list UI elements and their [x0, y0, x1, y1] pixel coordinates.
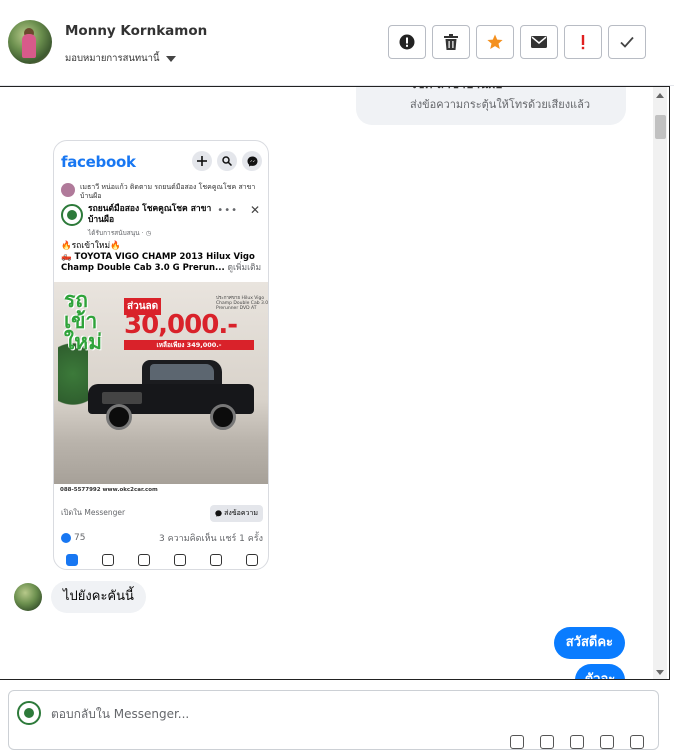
- shared-by-row: เมธาวี หน่อแก้ว ติดตาม รถยนต์มือสอง โชคค…: [61, 183, 261, 201]
- avatar: [61, 183, 75, 197]
- car-photo: รถ เข้า ใหม่ ประกาศขาย Hilux Vigo Champ …: [54, 282, 268, 496]
- sent-message-bubble[interactable]: ตัวอะ: [575, 664, 625, 679]
- facebook-logo: facebook: [61, 153, 136, 171]
- avatar-figure: [22, 34, 36, 58]
- fb-top-icons: [192, 151, 262, 171]
- messenger-icon: [242, 151, 262, 171]
- plus-icon: [192, 151, 212, 171]
- video-icon: [102, 554, 114, 566]
- check-icon: [620, 36, 634, 48]
- menu-icon: [246, 554, 258, 566]
- system-message-text: ส่งข้อความกระตุ้นให้โทรด้วยเสียงแล้ว: [410, 98, 591, 111]
- star-icon: [487, 34, 503, 49]
- post-text: 🔥รถเข้าใหม่🔥 🛻 TOYOTA VIGO CHAMP 2013 Hi…: [61, 241, 266, 274]
- caret-down-icon: [165, 55, 176, 62]
- mark-spam-button[interactable]: [564, 25, 602, 59]
- more-dots-icon: •••: [217, 205, 238, 216]
- like-count: 75: [61, 531, 85, 545]
- final-price: เหลือเพียง 349,000.-: [124, 340, 254, 350]
- attachment-icon[interactable]: [510, 735, 524, 749]
- mark-unread-button[interactable]: [520, 25, 558, 59]
- comments-shares: 3 ความคิดเห็น แชร์ 1 ครั้ง: [159, 534, 263, 544]
- sponsored-label: ได้รับการสนับสนุน · ◷: [88, 229, 152, 237]
- alert-circle-icon: [399, 34, 415, 50]
- composer-tools: [510, 735, 644, 749]
- emoji-icon[interactable]: [570, 735, 584, 749]
- like-thumb-icon[interactable]: [630, 735, 644, 749]
- home-icon: [66, 554, 78, 566]
- profile-icon: [174, 554, 186, 566]
- currency-icon[interactable]: [600, 735, 614, 749]
- like-icon: [61, 533, 71, 543]
- thread-scrollbar[interactable]: [653, 87, 667, 679]
- user-name[interactable]: Monny Kornkamon: [65, 23, 207, 39]
- gif-icon[interactable]: [540, 735, 554, 749]
- search-icon: [217, 151, 237, 171]
- see-more-link: ดูเพิ่มเติม: [227, 263, 262, 273]
- open-in-messenger-label: เปิดใน Messenger: [61, 508, 126, 517]
- page-info: รถยนต์มือสอง โชคคูณโชค สาขา บ้านผือ ได้ร…: [88, 204, 218, 238]
- scroll-up-arrow-icon[interactable]: [656, 93, 664, 98]
- shared-by-text: เมธาวี หน่อแก้ว ติดตาม รถยนต์มือสอง โชคค…: [80, 183, 256, 200]
- header-actions: [388, 25, 646, 59]
- send-message-button: ส่งข้อความ: [210, 504, 263, 522]
- post-stats: 75 3 ความคิดเห็น แชร์ 1 ครั้ง: [61, 531, 263, 545]
- bell-icon: [210, 554, 222, 566]
- marketplace-icon: [138, 554, 150, 566]
- scroll-thumb[interactable]: [655, 115, 666, 139]
- avatar[interactable]: [8, 20, 52, 64]
- fb-bottom-nav: [54, 549, 268, 569]
- shared-post-image[interactable]: facebook เมธาวี หน่อแก้ว ติดตาม รถยนต์มื…: [53, 140, 269, 570]
- system-message-title: โชค สาขาบ้านผือ: [410, 87, 503, 94]
- scroll-down-arrow-icon[interactable]: [656, 670, 664, 675]
- new-arrival-banner: รถ เข้า ใหม่: [64, 288, 102, 354]
- page-avatar: [17, 701, 41, 725]
- report-button[interactable]: [388, 25, 426, 59]
- discount-banner: ประกาศขาย Hilux Vigo Champ Double Cab 3.…: [124, 294, 268, 350]
- delete-button[interactable]: [432, 25, 470, 59]
- discount-amount: 30,000.-: [124, 310, 238, 340]
- page-name: รถยนต์มือสอง โชคคูณโชค สาขา บ้านผือ: [88, 204, 212, 225]
- envelope-icon: [531, 36, 547, 48]
- post-line-2: 🛻 TOYOTA VIGO CHAMP 2013 Hilux Vigo Cham…: [61, 252, 262, 273]
- star-button[interactable]: [476, 25, 514, 59]
- post-line-1: 🔥รถเข้าใหม่🔥: [61, 241, 121, 251]
- reply-composer: [8, 690, 659, 750]
- received-message-bubble[interactable]: ไปยังคะคันนี้: [51, 581, 146, 613]
- messenger-cta-bar: เปิดใน Messenger ส่งข้อความ: [54, 502, 268, 524]
- banner-info: ประกาศขาย Hilux Vigo Champ Double Cab 3.…: [216, 296, 269, 311]
- close-icon: ✕: [249, 203, 260, 217]
- sent-message-bubble[interactable]: สวัสดีคะ: [553, 627, 625, 659]
- pickup-truck: [82, 360, 254, 430]
- trash-icon: [444, 34, 458, 50]
- avatar[interactable]: [14, 583, 42, 611]
- message-thread[interactable]: โชค สาขาบ้านผือ ส่งข้อความกระตุ้นให้โทรด…: [0, 86, 670, 680]
- assign-label: มอบหมายการสนทนานี้: [65, 53, 160, 64]
- messenger-icon: [215, 509, 222, 517]
- exclamation-icon: [581, 35, 585, 50]
- done-button[interactable]: [608, 25, 646, 59]
- dealer-contact: 088-5577992 www.okc2car.com: [54, 484, 268, 496]
- reply-input[interactable]: [51, 703, 471, 725]
- conversation-header: Monny Kornkamon มอบหมายการสนทนานี้: [0, 0, 674, 86]
- assign-conversation-dropdown[interactable]: มอบหมายการสนทนานี้: [65, 51, 176, 66]
- system-message-bubble: โชค สาขาบ้านผือ ส่งข้อความกระตุ้นให้โทรด…: [356, 87, 626, 125]
- page-avatar: [61, 204, 83, 226]
